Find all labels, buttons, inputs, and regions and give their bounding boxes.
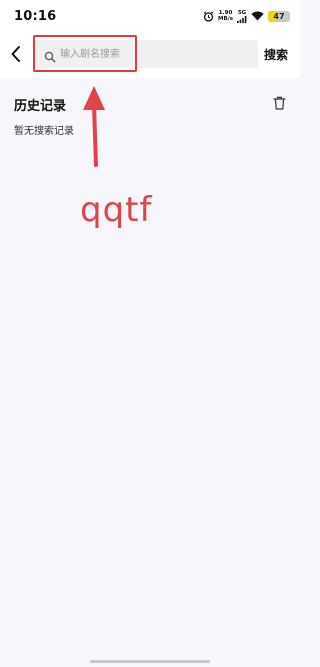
trash-icon[interactable]: [273, 95, 286, 110]
network-speed: 1.90 MB/s: [218, 10, 233, 22]
chevron-left-icon[interactable]: [8, 44, 26, 64]
search-input[interactable]: [60, 44, 250, 64]
wifi-icon: [251, 11, 264, 21]
status-icons: 1.90 MB/s 5G 47: [203, 9, 290, 23]
home-indicator: [90, 660, 210, 663]
search-header: 搜索: [0, 32, 300, 78]
search-button[interactable]: 搜索: [264, 46, 288, 63]
history-title: 历史记录: [14, 99, 67, 114]
history-empty-text: 暂无搜索记录: [14, 126, 74, 137]
signal-icon: [237, 15, 247, 23]
battery-icon: 47: [268, 10, 290, 22]
status-time: 10:16: [14, 9, 57, 24]
status-bar: 10:16 1.90 MB/s 5G 47: [0, 0, 300, 32]
alarm-icon: [203, 11, 214, 22]
battery-level: 47: [273, 11, 285, 21]
network-speed-unit: MB/s: [218, 16, 233, 22]
annotation-text: qqtf: [80, 190, 153, 230]
cellular-signal: 5G: [237, 10, 247, 23]
search-box[interactable]: [34, 40, 258, 68]
search-icon: [44, 48, 56, 63]
